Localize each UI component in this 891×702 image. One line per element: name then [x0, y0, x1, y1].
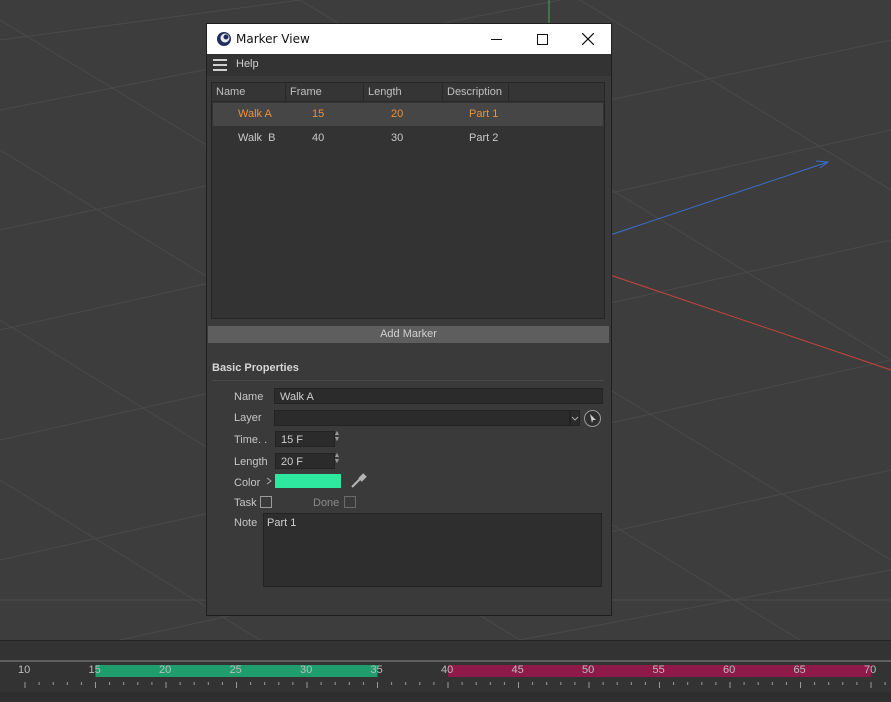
marker-view-window: Marker View Help Name Frame Length Descr…: [206, 23, 612, 616]
row-name: Walk A: [238, 108, 272, 120]
menu-help[interactable]: Help: [236, 58, 259, 70]
section-title-basic-properties: Basic Properties: [212, 362, 299, 374]
timeline-tick-label: 65: [793, 664, 806, 676]
length-label: Length: [234, 456, 268, 468]
layer-label: Layer: [234, 412, 262, 424]
layer-pick-icon[interactable]: [583, 409, 602, 428]
title-bar[interactable]: Marker View: [207, 24, 611, 54]
add-marker-button[interactable]: Add Marker: [208, 326, 609, 343]
timeline-tick-label: 20: [159, 664, 172, 676]
row-frame: 15: [312, 108, 325, 120]
row-length: 20: [391, 108, 404, 120]
length-field[interactable]: 20 F: [275, 453, 335, 469]
column-header-name[interactable]: Name: [212, 83, 286, 101]
chevron-right-icon[interactable]: [265, 476, 273, 486]
column-header-length[interactable]: Length: [364, 83, 443, 101]
maximize-button[interactable]: [519, 24, 565, 54]
hamburger-menu-icon[interactable]: [213, 59, 227, 71]
timeline-tick-label: 30: [300, 664, 313, 676]
table-header: Name Frame Length Description: [212, 83, 604, 102]
chevron-down-icon: [571, 416, 579, 421]
color-swatch[interactable]: [275, 474, 341, 488]
task-label: Task: [234, 497, 257, 509]
row-length: 30: [391, 132, 404, 144]
maximize-icon: [536, 33, 548, 45]
column-header-description[interactable]: Description: [443, 83, 509, 101]
row-frame: 40: [312, 132, 325, 144]
minimize-button[interactable]: [473, 24, 519, 54]
length-stepper[interactable]: ▲ ▼: [333, 452, 341, 469]
row-name: Walk B: [238, 132, 276, 144]
color-label: Color: [234, 477, 261, 489]
column-header-frame[interactable]: Frame: [286, 83, 364, 101]
row-description: Part 2: [469, 132, 499, 144]
section-divider: [212, 380, 604, 381]
done-checkbox[interactable]: [344, 496, 356, 508]
note-textarea[interactable]: Part 1: [263, 513, 602, 587]
timeline-tick-label: 10: [18, 664, 31, 676]
menu-bar: Help: [207, 54, 611, 76]
minimize-icon: [490, 38, 502, 40]
task-checkbox[interactable]: [260, 496, 272, 508]
marker-table: Name Frame Length Description Walk A 15 …: [211, 82, 605, 319]
layer-field[interactable]: [274, 410, 570, 426]
note-label: Note: [234, 517, 258, 529]
time-stepper[interactable]: ▲ ▼: [333, 430, 341, 447]
timeline-tick-label: 70: [864, 664, 877, 676]
close-icon: [582, 33, 594, 45]
timeline-tick-label: 50: [582, 664, 595, 676]
timeline-tick-label: 55: [652, 664, 665, 676]
table-row[interactable]: Walk B 40 30 Part 2: [213, 127, 603, 150]
cinema4d-app-icon: [217, 32, 231, 46]
timeline-tick-label: 35: [370, 664, 383, 676]
playback-toolbar: [0, 692, 891, 701]
timeline-tick-label: 60: [723, 664, 736, 676]
timeline-tick-label: 45: [511, 664, 524, 676]
timeline-tick-label: 40: [441, 664, 454, 676]
time-label: Time. .: [234, 434, 268, 446]
time-field[interactable]: 15 F: [275, 431, 335, 447]
layer-dropdown-button[interactable]: [570, 410, 580, 426]
eyedropper-icon[interactable]: [349, 472, 367, 490]
table-row[interactable]: Walk A 15 20 Part 1: [213, 103, 603, 126]
row-description: Part 1: [469, 108, 499, 120]
name-field[interactable]: Walk A: [274, 388, 603, 404]
window-title: Marker View: [236, 32, 310, 46]
timeline-tick-label: 15: [88, 664, 101, 676]
name-label: Name: [234, 391, 264, 403]
close-button[interactable]: [565, 24, 611, 54]
done-label: Done: [313, 497, 340, 509]
timeline-tick-label: 25: [229, 664, 242, 676]
